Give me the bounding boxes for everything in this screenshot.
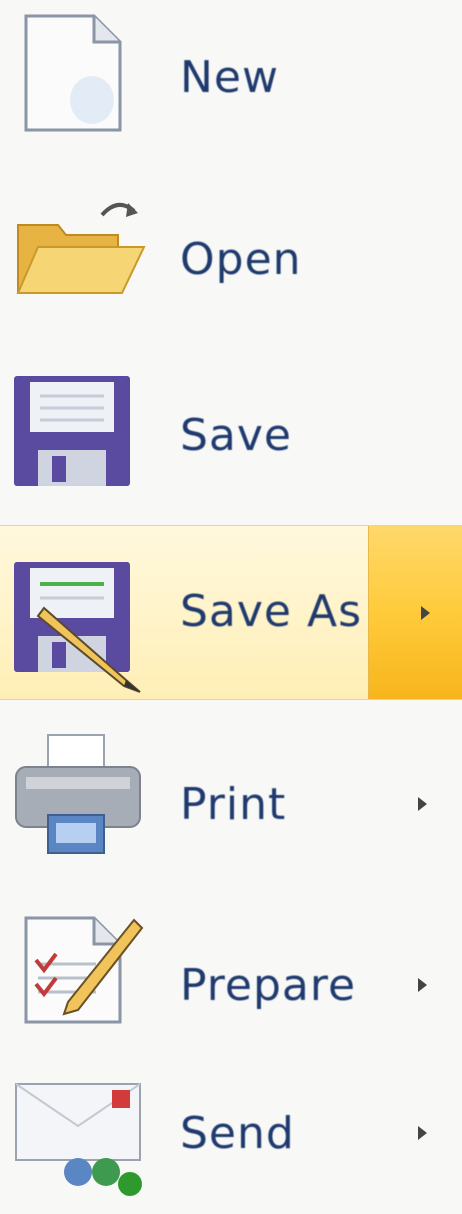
send-icon (8, 1074, 148, 1214)
floppy-disk-icon (8, 370, 148, 510)
menu-item-label: Send (180, 1108, 295, 1159)
menu-item-label: Open (180, 234, 302, 285)
menu-item-label: Save (180, 410, 293, 461)
menu-item-open[interactable]: Open (0, 175, 462, 345)
office-file-menu: New Open Save Save As Print Prepare Send (0, 0, 462, 1211)
menu-item-send[interactable]: Send (0, 1060, 462, 1211)
menu-item-print[interactable]: Print (0, 715, 462, 885)
menu-item-label: Save As (180, 586, 363, 637)
menu-item-label: Prepare (180, 960, 357, 1011)
open-folder-icon (8, 185, 148, 325)
menu-item-save[interactable]: Save (0, 350, 462, 520)
menu-item-new[interactable]: New (0, 0, 462, 170)
new-document-icon (14, 8, 154, 148)
menu-item-label: Print (180, 779, 287, 830)
chevron-right-icon (421, 606, 430, 620)
printer-icon (8, 727, 148, 867)
save-as-pencil-icon (8, 556, 148, 696)
menu-item-save-as[interactable]: Save As (0, 525, 462, 700)
prepare-document-icon (8, 900, 148, 1040)
chevron-right-icon (418, 797, 427, 811)
save-as-submenu-button[interactable] (368, 526, 462, 699)
chevron-right-icon (418, 1126, 427, 1140)
menu-item-label: New (180, 52, 279, 103)
menu-item-prepare[interactable]: Prepare (0, 890, 462, 1060)
chevron-right-icon (418, 978, 427, 992)
